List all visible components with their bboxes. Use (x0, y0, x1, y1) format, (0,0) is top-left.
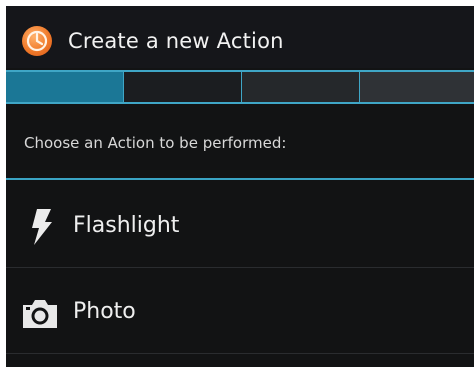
action-item-photo[interactable]: Photo (6, 268, 474, 352)
wizard-step-1 (6, 72, 124, 102)
camera-icon (20, 294, 60, 334)
action-label: Flashlight (73, 213, 180, 238)
dialog-window: Create a new Action Choose an Action to … (6, 6, 474, 367)
action-label: Photo (73, 299, 136, 324)
row-divider (6, 353, 474, 354)
title-bar: Create a new Action (6, 6, 474, 68)
section-divider (6, 178, 474, 180)
page-title: Create a new Action (68, 29, 284, 53)
wizard-step-indicator (6, 70, 474, 104)
wizard-step-4 (360, 72, 474, 102)
wizard-step-2 (124, 72, 242, 102)
action-item-flashlight[interactable]: Flashlight (6, 182, 474, 266)
wizard-step-3 (242, 72, 360, 102)
instruction-text: Choose an Action to be performed: (24, 134, 287, 152)
flashlight-bolt-icon (20, 206, 60, 246)
app-logo-icon (22, 26, 52, 56)
